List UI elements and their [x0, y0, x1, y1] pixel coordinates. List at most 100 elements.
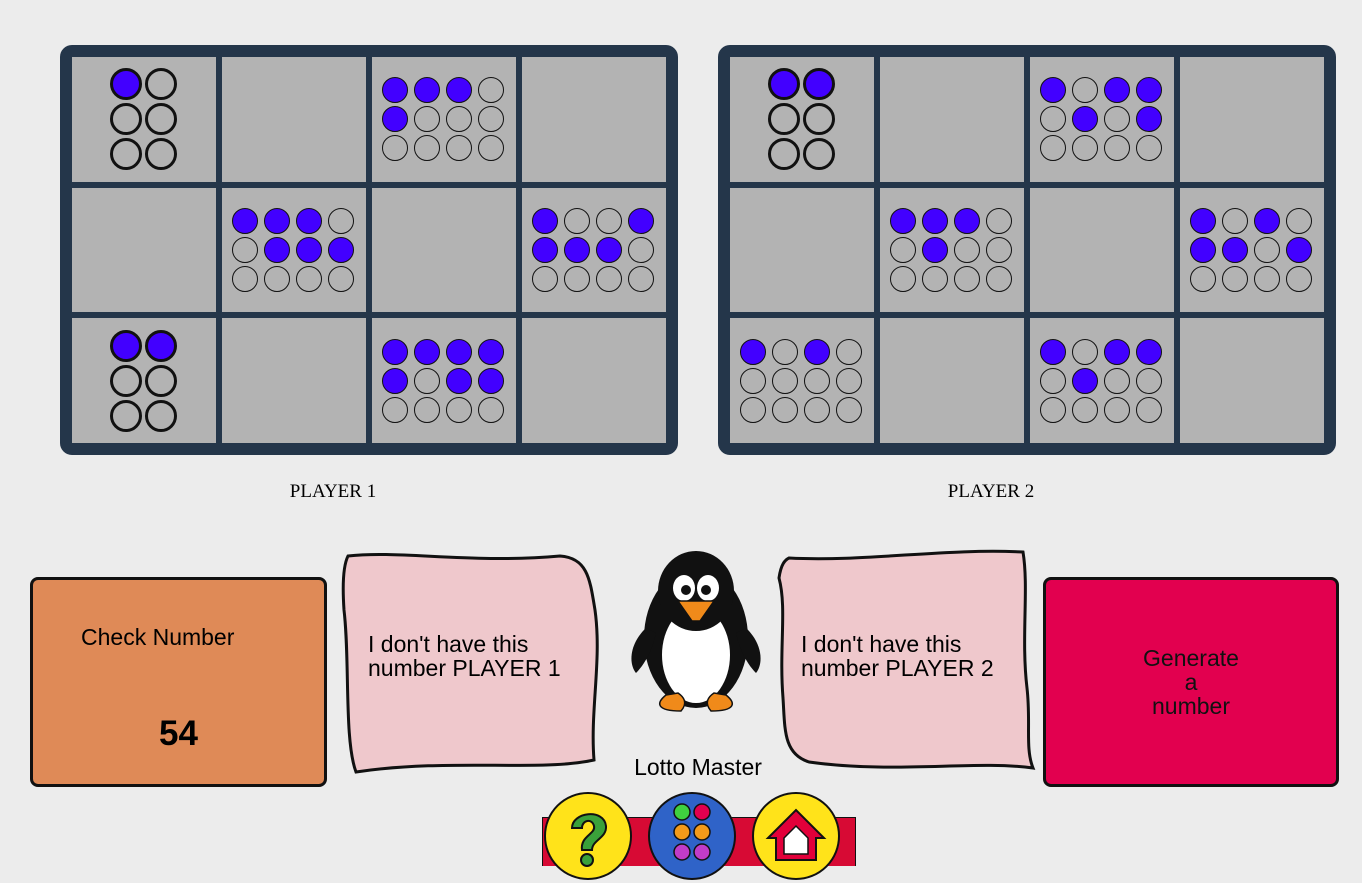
empty-dot	[803, 396, 830, 423]
empty-dot	[953, 265, 980, 292]
empty-dot	[803, 367, 830, 394]
empty-dot	[771, 396, 798, 423]
board-cell[interactable]	[220, 316, 368, 445]
board-cell[interactable]	[520, 55, 668, 184]
board-cell[interactable]	[728, 55, 876, 184]
board-cell[interactable]	[370, 55, 518, 184]
no-number-player-1-button[interactable]: I don't have this number PLAYER 1	[340, 550, 602, 775]
empty-dot	[145, 364, 177, 397]
board-cell[interactable]	[1028, 316, 1176, 445]
empty-dot	[1071, 77, 1098, 104]
filled-dot	[1135, 338, 1162, 365]
filled-dot	[1135, 77, 1162, 104]
dot-group	[739, 338, 865, 423]
player-2-board	[718, 45, 1336, 455]
menu-button[interactable]	[648, 792, 736, 880]
no-number-player-2-button[interactable]: I don't have this number PLAYER 2	[775, 548, 1037, 773]
filled-dot	[803, 338, 830, 365]
generate-number-button[interactable]: Generate a number	[1043, 577, 1339, 787]
board-cell[interactable]	[728, 316, 876, 445]
empty-dot	[145, 399, 177, 432]
help-button[interactable]	[544, 792, 632, 880]
home-button[interactable]	[752, 792, 840, 880]
filled-dot	[110, 329, 142, 362]
board-cell[interactable]	[70, 316, 218, 445]
empty-dot	[477, 396, 504, 423]
no-number-player-1-label: I don't have this number PLAYER 1	[368, 631, 561, 681]
filled-dot	[381, 106, 408, 133]
check-number-panel[interactable]: Check Number 54	[30, 577, 327, 787]
empty-dot	[1103, 135, 1130, 162]
dot-group	[1189, 207, 1315, 292]
filled-dot	[1103, 77, 1130, 104]
empty-dot	[110, 138, 142, 171]
board-cell[interactable]	[1028, 55, 1176, 184]
empty-dot	[985, 207, 1012, 234]
board-cell[interactable]	[728, 185, 876, 315]
empty-dot	[145, 103, 177, 136]
empty-dot	[768, 103, 800, 136]
filled-dot	[1189, 236, 1216, 263]
filled-dot	[889, 207, 916, 234]
board-cell[interactable]	[878, 55, 1026, 184]
filled-dot	[263, 236, 290, 263]
empty-dot	[1135, 396, 1162, 423]
filled-dot	[1221, 236, 1248, 263]
board-cell[interactable]	[878, 316, 1026, 445]
board-cell[interactable]	[220, 55, 368, 184]
board-cell[interactable]	[878, 185, 1026, 315]
filled-dot	[477, 338, 504, 365]
board-cell[interactable]	[70, 185, 218, 315]
board-cell[interactable]	[520, 316, 668, 445]
filled-dot	[1285, 236, 1312, 263]
empty-dot	[477, 135, 504, 162]
empty-dot	[768, 138, 800, 171]
board-cell[interactable]	[520, 185, 668, 315]
empty-dot	[627, 265, 654, 292]
question-mark-icon	[570, 813, 607, 867]
empty-dot	[1253, 236, 1280, 263]
empty-dot	[1071, 338, 1098, 365]
board-cell[interactable]	[1028, 185, 1176, 315]
filled-dot	[110, 68, 142, 101]
home-icon	[765, 808, 827, 861]
dot-group	[1039, 77, 1165, 162]
board-cell[interactable]	[1178, 185, 1326, 315]
empty-dot	[771, 367, 798, 394]
empty-dot	[1071, 396, 1098, 423]
filled-dot	[327, 236, 354, 263]
filled-dot	[381, 367, 408, 394]
dot-group	[531, 207, 657, 292]
board-cell[interactable]	[220, 185, 368, 315]
empty-dot	[231, 265, 258, 292]
dot-group	[110, 329, 178, 432]
empty-dot	[413, 396, 440, 423]
player-1-board	[60, 45, 678, 455]
empty-dot	[145, 68, 177, 101]
dot-group	[768, 68, 836, 171]
empty-dot	[803, 103, 835, 136]
empty-dot	[1103, 396, 1130, 423]
empty-dot	[413, 135, 440, 162]
empty-dot	[563, 265, 590, 292]
filled-dot	[1039, 338, 1066, 365]
filled-dot	[1071, 106, 1098, 133]
board-cell[interactable]	[70, 55, 218, 184]
empty-dot	[921, 265, 948, 292]
filled-dot	[381, 77, 408, 104]
empty-dot	[1221, 265, 1248, 292]
board-cell[interactable]	[1178, 55, 1326, 184]
empty-dot	[263, 265, 290, 292]
empty-dot	[1103, 106, 1130, 133]
filled-dot	[445, 338, 472, 365]
empty-dot	[110, 364, 142, 397]
board-cell[interactable]	[370, 316, 518, 445]
board-cell[interactable]	[1178, 316, 1326, 445]
check-number-title: Check Number	[81, 624, 235, 650]
filled-dot	[803, 68, 835, 101]
no-number-player-2-label: I don't have this number PLAYER 2	[801, 631, 994, 681]
filled-dot	[295, 207, 322, 234]
empty-dot	[739, 396, 766, 423]
board-cell[interactable]	[370, 185, 518, 315]
empty-dot	[1103, 367, 1130, 394]
